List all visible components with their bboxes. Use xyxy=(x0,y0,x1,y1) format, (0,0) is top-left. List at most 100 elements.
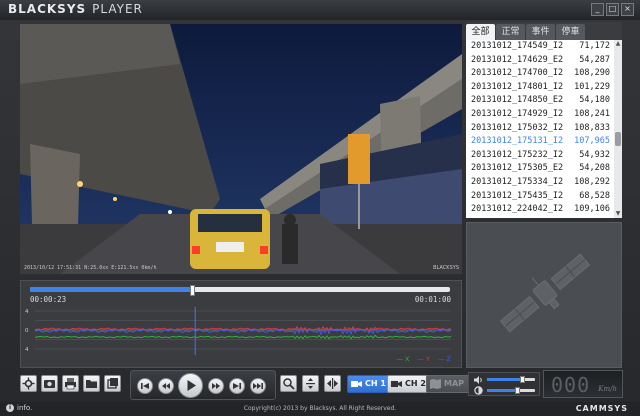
volume-fill xyxy=(487,378,522,381)
file-size: 54,287 xyxy=(579,54,610,65)
settings-icon xyxy=(22,377,35,390)
brightness-fill xyxy=(487,389,517,392)
export-button[interactable] xyxy=(104,375,121,392)
play-icon xyxy=(187,380,196,391)
forward-icon xyxy=(212,383,220,389)
rewind-button[interactable] xyxy=(158,378,174,394)
file-row[interactable]: 20131012_175435_I2 68,528 xyxy=(466,190,614,204)
volume-handle[interactable] xyxy=(519,376,525,383)
mirror-icon xyxy=(327,378,338,389)
file-row[interactable]: 20131012_175334_I2 108,292 xyxy=(466,176,614,190)
last-file-button[interactable] xyxy=(250,378,266,394)
scroll-down-icon[interactable]: ▼ xyxy=(614,210,622,218)
forward-button[interactable] xyxy=(208,378,224,394)
print-button[interactable] xyxy=(62,375,79,392)
footer-brand: CAMMSYS xyxy=(575,404,628,413)
file-size: 109,106 xyxy=(574,204,610,215)
map-button[interactable]: MAP xyxy=(426,375,470,393)
fit-button[interactable] xyxy=(302,375,319,392)
file-row[interactable]: 20131012_174850_E2 54,180 xyxy=(466,94,614,108)
file-row[interactable]: 20131012_174700_I2 108,290 xyxy=(466,67,614,81)
file-size: 54,180 xyxy=(579,95,610,106)
file-row[interactable]: 20131012_174549_I2 71,172 xyxy=(466,40,614,54)
mirror-button[interactable] xyxy=(324,375,341,392)
file-name: 20131012_175131_I2 xyxy=(471,136,564,147)
legend-y: — Y xyxy=(417,355,430,363)
legend-z: — Z xyxy=(437,355,451,363)
file-name: 20131012_174549_I2 xyxy=(471,41,564,51)
previous-file-button[interactable] xyxy=(137,378,153,394)
tab-parking[interactable]: 停車 xyxy=(556,24,585,40)
file-row[interactable]: 20131012_175032_I2 108,833 xyxy=(466,122,614,136)
map-panel[interactable] xyxy=(466,222,622,368)
gsensor-tick-label: 4 xyxy=(25,347,29,353)
file-size: 107,965 xyxy=(574,136,610,147)
folder-icon xyxy=(86,380,97,388)
legend-x: — X xyxy=(396,355,410,363)
file-list[interactable]: 20131012_174549_I2 71,172 20131012_174629_… xyxy=(466,40,614,218)
file-name: 20131012_175305_E2 xyxy=(471,163,564,174)
gsensor-legend: — X — Y — Z xyxy=(396,355,451,363)
gsensor-series-x xyxy=(34,334,452,340)
channel-1-button[interactable]: CH 1 xyxy=(347,375,391,393)
scroll-up-icon[interactable]: ▲ xyxy=(614,40,622,48)
next-file-button[interactable] xyxy=(229,378,245,394)
file-row[interactable]: 20131012_224042_I2 109,106 xyxy=(466,203,614,217)
volume-slider[interactable] xyxy=(487,376,535,383)
maximize-button[interactable]: □ xyxy=(606,3,619,16)
file-size: 68,528 xyxy=(579,190,610,201)
close-button[interactable]: × xyxy=(621,3,634,16)
playback-progress-bar[interactable] xyxy=(30,285,450,296)
file-row[interactable]: 20131012_175232_I2 54,932 xyxy=(466,149,614,163)
app-title-brand: BLACKSYS xyxy=(8,2,87,16)
rewind-icon xyxy=(162,383,170,389)
progress-fill xyxy=(30,287,192,292)
channel-2-label: CH 2 xyxy=(405,379,426,388)
file-panel: 全部 正常 事件 停車 20131012_174549_I2 71,172 2013… xyxy=(466,22,622,218)
tab-all[interactable]: 全部 xyxy=(466,24,495,40)
open-folder-button[interactable] xyxy=(83,375,100,392)
file-size: 108,241 xyxy=(574,108,610,119)
file-name: 20131012_174801_I2 xyxy=(471,81,564,92)
settings-button[interactable] xyxy=(20,375,37,392)
progress-handle[interactable] xyxy=(189,285,195,296)
snapshot-button[interactable] xyxy=(41,375,58,392)
print-icon xyxy=(65,378,76,390)
prev-file-icon xyxy=(141,383,149,389)
minimize-button[interactable]: _ xyxy=(591,3,604,16)
video-view[interactable]: 2013/10/12 17:51:31 N:25.0xx E:121.5xx 0… xyxy=(20,24,462,274)
play-button[interactable] xyxy=(178,373,203,398)
zoom-button[interactable] xyxy=(280,375,297,392)
tab-event[interactable]: 事件 xyxy=(526,24,555,40)
file-row[interactable]: 20131012_174629_E2 54,287 xyxy=(466,54,614,68)
copyright-text: Copyright(c) 2013 by Blacksys. All Right… xyxy=(243,405,397,412)
file-tabs: 全部 正常 事件 停車 xyxy=(466,24,585,40)
zoom-icon xyxy=(283,378,295,390)
fit-icon xyxy=(306,378,315,389)
next-file-icon xyxy=(233,383,241,389)
channel-2-button[interactable]: CH 2 xyxy=(387,375,431,393)
gsensor-tick-label: 4 xyxy=(25,309,29,315)
file-row[interactable]: 20131012_174801_I2 101,229 xyxy=(466,81,614,95)
gsensor-graph[interactable]: 4 0 4 xyxy=(21,307,461,355)
brightness-slider[interactable] xyxy=(487,387,535,394)
file-row[interactable]: 20131012_175131_I2 107,965 xyxy=(466,135,614,149)
scroll-thumb[interactable] xyxy=(615,132,621,146)
file-list-scrollbar[interactable]: ▲ ▼ xyxy=(614,40,622,218)
playback-controls xyxy=(130,370,276,400)
tab-normal[interactable]: 正常 xyxy=(496,24,525,40)
player-window: BLACKSYS PLAYER _ □ × 2013/10/12 17:51:3… xyxy=(0,0,640,416)
speedometer: 000 Km/h xyxy=(543,370,623,398)
speed-value: 000 xyxy=(551,373,591,397)
title-bar[interactable]: BLACKSYS PLAYER _ □ × xyxy=(0,0,640,20)
file-name: 20131012_174700_I2 xyxy=(471,68,564,79)
file-name: 20131012_224042_I2 xyxy=(471,204,564,215)
brightness-handle[interactable] xyxy=(514,387,520,394)
gsensor-tick-label: 0 xyxy=(25,328,29,334)
map-label: MAP xyxy=(444,379,465,388)
file-row[interactable]: 20131012_174929_I2 108,241 xyxy=(466,108,614,122)
snapshot-icon xyxy=(44,380,55,388)
file-row[interactable]: 20131012_175305_E2 54,208 xyxy=(466,162,614,176)
video-timestamp: 2013/10/12 17:51:31 N:25.0xx E:121.5xx 0… xyxy=(24,265,157,271)
status-bar: i info. Copyright(c) 2013 by Blacksys. A… xyxy=(0,402,640,416)
